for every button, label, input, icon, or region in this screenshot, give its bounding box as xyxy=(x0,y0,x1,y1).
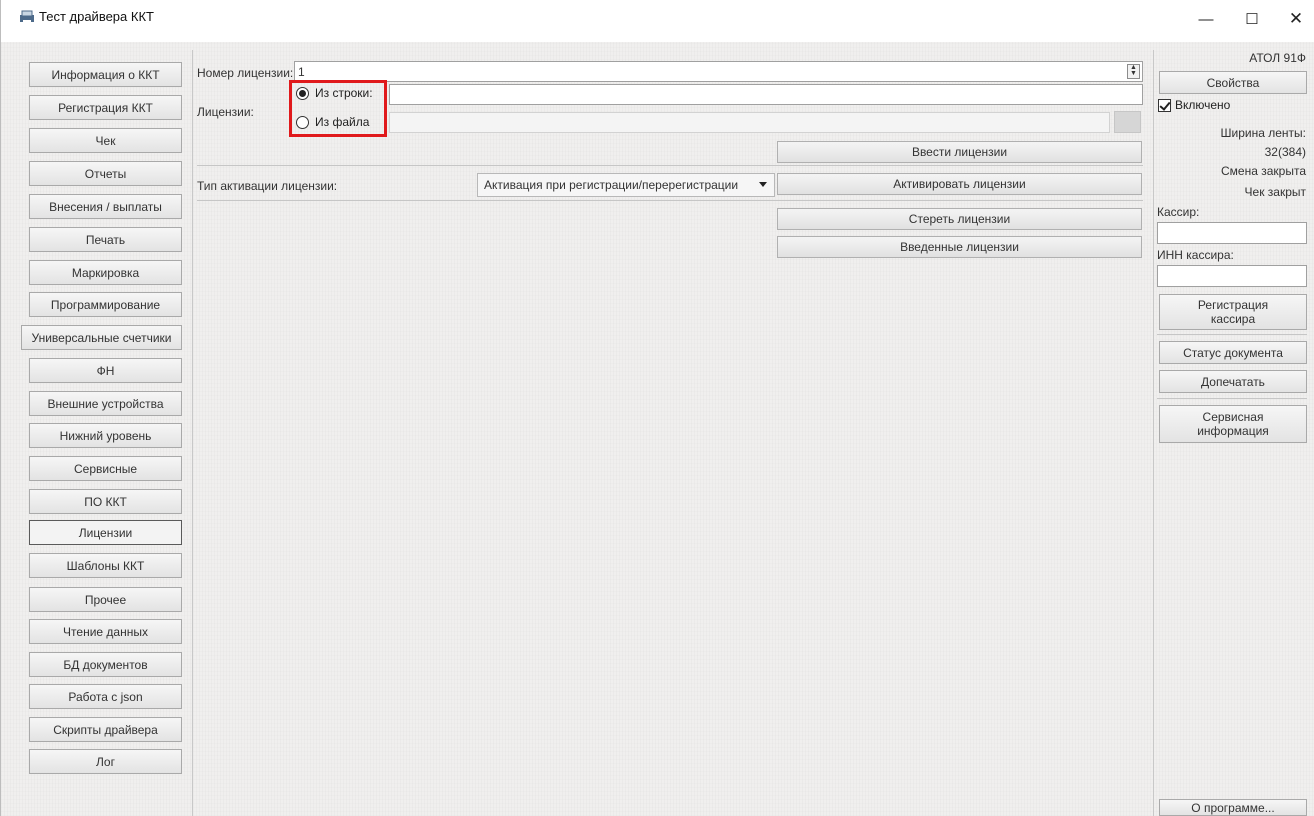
section-divider-2 xyxy=(197,200,1143,201)
section-divider-1 xyxy=(197,165,1143,166)
right-divider xyxy=(1153,50,1154,816)
shift-status: Смена закрыта xyxy=(1221,164,1306,178)
service-info-button[interactable]: Сервисная информация xyxy=(1159,405,1307,443)
enter-licenses-button[interactable]: Ввести лицензии xyxy=(777,141,1142,163)
register-cashier-button[interactable]: Регистрация кассира xyxy=(1159,294,1307,330)
close-button[interactable]: ✕ xyxy=(1273,4,1314,34)
enabled-checkbox[interactable] xyxy=(1158,98,1171,112)
window-title: Тест драйвера ККТ xyxy=(39,9,154,24)
nav-item-low-level[interactable]: Нижний уровень xyxy=(29,423,182,448)
entered-licenses-button[interactable]: Введенные лицензии xyxy=(777,236,1142,258)
nav-item-receipt[interactable]: Чек xyxy=(29,128,182,153)
license-number-input[interactable]: 1 ▲ ▼ xyxy=(294,61,1143,82)
chevron-down-icon xyxy=(759,182,767,187)
nav-item-marking[interactable]: Маркировка xyxy=(29,260,182,285)
erase-licenses-button[interactable]: Стереть лицензии xyxy=(777,208,1142,230)
licenses-label: Лицензии: xyxy=(197,105,254,119)
tape-width-value: 32(384) xyxy=(1264,145,1306,159)
nav-item-programming[interactable]: Программирование xyxy=(29,292,182,317)
nav-item-read-data[interactable]: Чтение данных xyxy=(29,619,182,644)
nav-item-universal-counters[interactable]: Универсальные счетчики xyxy=(21,325,182,350)
receipt-status: Чек закрыт xyxy=(1244,185,1306,199)
app-window: Тест драйвера ККТ — ☐ ✕ Информация о ККТ… xyxy=(0,0,1314,816)
properties-button[interactable]: Свойства xyxy=(1159,71,1307,94)
document-status-button[interactable]: Статус документа xyxy=(1159,341,1307,364)
minimize-button[interactable]: — xyxy=(1183,4,1229,34)
nav-item-kkt-info[interactable]: Информация о ККТ xyxy=(29,62,182,87)
highlight-annotation xyxy=(289,80,387,137)
about-button[interactable]: О программе... xyxy=(1159,799,1307,816)
spin-down-icon: ▼ xyxy=(1130,70,1137,77)
cashier-label: Кассир: xyxy=(1157,205,1200,219)
reprint-button[interactable]: Допечатать xyxy=(1159,370,1307,393)
device-model: АТОЛ 91Ф xyxy=(1249,51,1306,65)
nav-item-service[interactable]: Сервисные xyxy=(29,456,182,481)
browse-file-button[interactable] xyxy=(1114,111,1141,133)
cashier-inn-input[interactable] xyxy=(1157,265,1307,287)
license-number-spinner[interactable]: ▲ ▼ xyxy=(1127,64,1140,79)
nav-item-external-devices[interactable]: Внешние устройства xyxy=(29,391,182,416)
nav-item-cash-in-out[interactable]: Внесения / выплаты xyxy=(29,194,182,219)
nav-item-documents-db[interactable]: БД документов xyxy=(29,652,182,677)
nav-item-kkt-registration[interactable]: Регистрация ККТ xyxy=(29,95,182,120)
left-divider xyxy=(192,50,193,816)
nav-item-json[interactable]: Работа с json xyxy=(29,684,182,709)
nav-item-reports[interactable]: Отчеты xyxy=(29,161,182,186)
enabled-label: Включено xyxy=(1175,98,1231,112)
title-bar: Тест драйвера ККТ — ☐ ✕ xyxy=(1,0,1314,42)
maximize-button[interactable]: ☐ xyxy=(1229,4,1275,34)
activate-licenses-button[interactable]: Активировать лицензии xyxy=(777,173,1142,195)
nav-item-licenses[interactable]: Лицензии xyxy=(29,520,182,545)
nav-item-other[interactable]: Прочее xyxy=(29,587,182,612)
right-divider-2 xyxy=(1157,398,1307,399)
activation-type-value: Активация при регистрации/перерегистраци… xyxy=(484,178,739,192)
license-number-label: Номер лицензии: xyxy=(197,66,294,80)
activation-type-label: Тип активации лицензии: xyxy=(197,179,338,193)
license-number-value: 1 xyxy=(298,65,305,79)
right-divider-1 xyxy=(1157,334,1307,335)
nav-item-log[interactable]: Лог xyxy=(29,749,182,774)
cashier-input[interactable] xyxy=(1157,222,1307,244)
enabled-option[interactable]: Включено xyxy=(1158,98,1230,112)
nav-item-kkt-templates[interactable]: Шаблоны ККТ xyxy=(29,553,182,578)
tape-width-label: Ширина ленты: xyxy=(1220,126,1306,140)
license-string-input[interactable] xyxy=(389,84,1143,105)
nav-item-driver-scripts[interactable]: Скрипты драйвера xyxy=(29,717,182,742)
license-file-path-input[interactable] xyxy=(389,112,1110,133)
cashier-inn-label: ИНН кассира: xyxy=(1157,248,1234,262)
nav-item-fn[interactable]: ФН xyxy=(29,358,182,383)
app-printer-icon xyxy=(20,10,34,23)
activation-type-select[interactable]: Активация при регистрации/перерегистраци… xyxy=(477,173,775,197)
nav-item-print[interactable]: Печать xyxy=(29,227,182,252)
nav-item-kkt-software[interactable]: ПО ККТ xyxy=(29,489,182,514)
